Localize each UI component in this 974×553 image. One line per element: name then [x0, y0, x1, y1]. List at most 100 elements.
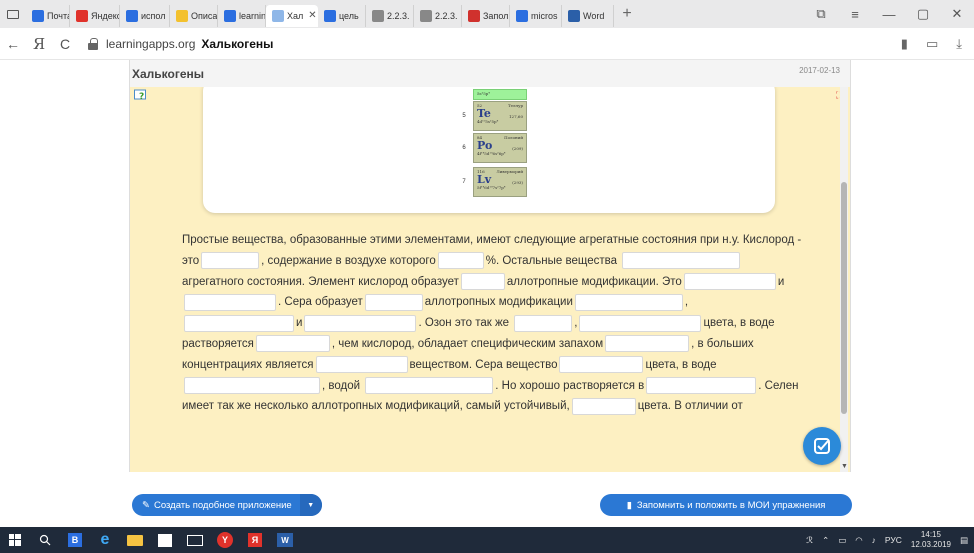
- browser-tab[interactable]: 2.2.3.: [366, 4, 414, 27]
- download-icon[interactable]: ⤓: [956, 36, 962, 52]
- answer-field[interactable]: [579, 314, 702, 332]
- url-domain[interactable]: learningapps.org: [106, 37, 195, 51]
- yandex-browser-icon[interactable]: Y: [210, 527, 240, 553]
- close-tab-icon[interactable]: ✕: [308, 10, 316, 21]
- search-tab-icon: [126, 9, 138, 22]
- element-symbol: Te: [477, 107, 491, 120]
- create-similar-app-button[interactable]: ✎ Создать подобное приложение ▼: [132, 494, 322, 516]
- l-logo-icon: [468, 9, 480, 22]
- table-row: 5 52 Теллур Te 127,60 4d¹⁰5s²5p⁴: [455, 101, 527, 131]
- browser-tab[interactable]: Word: [562, 4, 614, 27]
- word-icon[interactable]: W: [270, 527, 300, 553]
- answer-field[interactable]: [605, 335, 690, 353]
- bookmark-icon[interactable]: ▮: [901, 36, 908, 52]
- browser-tab-label: learnin: [239, 10, 266, 21]
- yandex-logo-icon[interactable]: Я: [26, 35, 52, 53]
- mail-icon[interactable]: [180, 527, 210, 553]
- minimize-button[interactable]: —: [872, 0, 906, 28]
- answer-field[interactable]: [364, 293, 423, 311]
- answer-field[interactable]: [683, 273, 776, 291]
- browser-tab[interactable]: micros: [510, 4, 562, 27]
- answer-field[interactable]: [255, 335, 330, 353]
- app-scrollbar[interactable]: ▼: [840, 87, 848, 472]
- browser-tab[interactable]: Описа: [170, 4, 218, 27]
- browser-tab-label: Описа: [191, 10, 218, 21]
- reload-button[interactable]: C: [52, 36, 78, 52]
- tabs-menu-icon[interactable]: ⧉: [804, 0, 838, 28]
- browser-tab-label: цель: [339, 10, 359, 21]
- windows-start-icon[interactable]: [0, 527, 30, 553]
- answer-field[interactable]: [646, 377, 757, 395]
- app-header: Халькогены 2017-02-13: [130, 60, 850, 87]
- tabs-panel-button[interactable]: [0, 0, 26, 28]
- browser-tab[interactable]: цель: [318, 4, 366, 27]
- atomic-mass: 127,60: [509, 114, 523, 119]
- element-cell: 84 Полоний Po (209) 4f¹⁴5d¹⁰6s²6p⁴: [473, 133, 527, 163]
- browser-tab[interactable]: 2.2.3.: [414, 4, 462, 27]
- wifi-icon[interactable]: ◠: [855, 535, 862, 546]
- clock[interactable]: 14:15 12.03.2019: [911, 530, 951, 550]
- page-icon: [372, 9, 384, 22]
- new-tab-button[interactable]: +: [614, 5, 640, 23]
- answer-field[interactable]: [571, 397, 636, 415]
- answer-field[interactable]: [559, 356, 644, 374]
- answer-field[interactable]: [184, 293, 276, 311]
- browser-tab[interactable]: learnin: [218, 4, 266, 27]
- doc-tab-icon: [176, 9, 188, 22]
- answer-field[interactable]: [514, 314, 573, 332]
- bitrix-icon[interactable]: B: [60, 527, 90, 553]
- scrollbar-thumb[interactable]: [841, 182, 847, 414]
- language-indicator[interactable]: РУС: [885, 535, 902, 545]
- learningapps-icon: [272, 9, 284, 22]
- bookmark-icon: ▮: [626, 499, 632, 511]
- store-icon[interactable]: [150, 527, 180, 553]
- scroll-down-icon[interactable]: ▼: [841, 463, 848, 470]
- exercise-text: Простые вещества, образованные этими эле…: [182, 230, 802, 417]
- browser-tab[interactable]: Запол: [462, 4, 510, 27]
- save-to-my-exercises-button[interactable]: ▮ Запомнить и положить в МОИ упражнения: [600, 494, 852, 516]
- element-symbol: Lv: [477, 173, 492, 186]
- browser-tab[interactable]: Яндекс: [70, 4, 120, 27]
- browser-tab-label: испол: [141, 10, 166, 21]
- back-button[interactable]: ←: [0, 36, 26, 52]
- file-explorer-icon[interactable]: [120, 527, 150, 553]
- help-icon[interactable]: ?: [134, 89, 148, 101]
- browser-tab[interactable]: Почта: [26, 4, 70, 27]
- people-icon[interactable]: ℛ: [806, 535, 813, 546]
- browser-tab[interactable]: испол: [120, 4, 170, 27]
- create-dropdown-toggle[interactable]: ▼: [299, 494, 322, 516]
- yandex-icon: [76, 9, 88, 22]
- volume-icon[interactable]: ♪: [872, 535, 876, 545]
- browser-tab-label: Почта: [47, 10, 70, 21]
- battery-icon[interactable]: ▭: [926, 36, 938, 52]
- close-window-button[interactable]: ✕: [940, 0, 974, 28]
- answer-field[interactable]: [184, 377, 320, 395]
- search-tab-icon: [516, 9, 528, 22]
- browser-tab-label: 2.2.3.: [387, 10, 410, 21]
- url-page-title[interactable]: Халькогены: [201, 37, 273, 51]
- tray-chevron-icon[interactable]: ⌃: [822, 535, 829, 546]
- answer-field[interactable]: [201, 252, 260, 270]
- answer-field[interactable]: [365, 377, 494, 395]
- check-answers-button[interactable]: [803, 427, 841, 465]
- yandex-icon[interactable]: Я: [240, 527, 270, 553]
- browser-tab[interactable]: Хал ✕: [266, 4, 318, 27]
- battery-tray-icon[interactable]: ▭: [838, 535, 846, 546]
- answer-field[interactable]: [315, 356, 408, 374]
- answer-field[interactable]: [184, 314, 294, 332]
- menu-icon[interactable]: ≡: [838, 0, 872, 28]
- notifications-icon[interactable]: ▤: [960, 535, 968, 546]
- search-icon[interactable]: [30, 527, 60, 553]
- maximize-button[interactable]: ▢: [906, 0, 940, 28]
- answer-field[interactable]: [622, 252, 741, 270]
- element-symbol: Po: [477, 139, 493, 152]
- answer-field[interactable]: [460, 273, 505, 291]
- answer-field[interactable]: [437, 252, 484, 270]
- edge-icon[interactable]: e: [90, 527, 120, 553]
- app-body: ? ⛶ 5s²5p⁴ 5 52 Теллур Te 127,60 4d¹⁰5s²5p⁴ 6 84…: [130, 87, 850, 472]
- answer-field[interactable]: [304, 314, 417, 332]
- element-cell: 5s²5p⁴: [473, 89, 527, 100]
- clock-time: 14:15: [920, 530, 941, 539]
- answer-field[interactable]: [574, 293, 683, 311]
- period-number: 5: [462, 113, 466, 119]
